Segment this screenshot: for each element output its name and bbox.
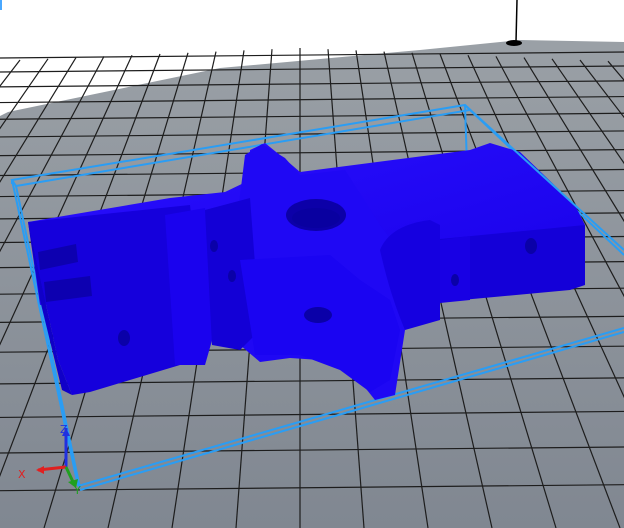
y-axis-label: Y: [73, 484, 81, 497]
viewport-canvas[interactable]: Z X Y: [0, 0, 624, 528]
side-hole: [228, 270, 236, 282]
side-hole: [210, 240, 218, 252]
side-hole: [118, 330, 130, 346]
edge-marker: [0, 0, 2, 10]
side-hole: [525, 238, 537, 254]
x-axis-label: X: [18, 468, 26, 481]
side-hole: [304, 307, 332, 323]
side-hole: [451, 274, 459, 286]
z-axis-label: Z: [60, 423, 68, 436]
3d-viewport[interactable]: Z X Y: [0, 0, 624, 528]
